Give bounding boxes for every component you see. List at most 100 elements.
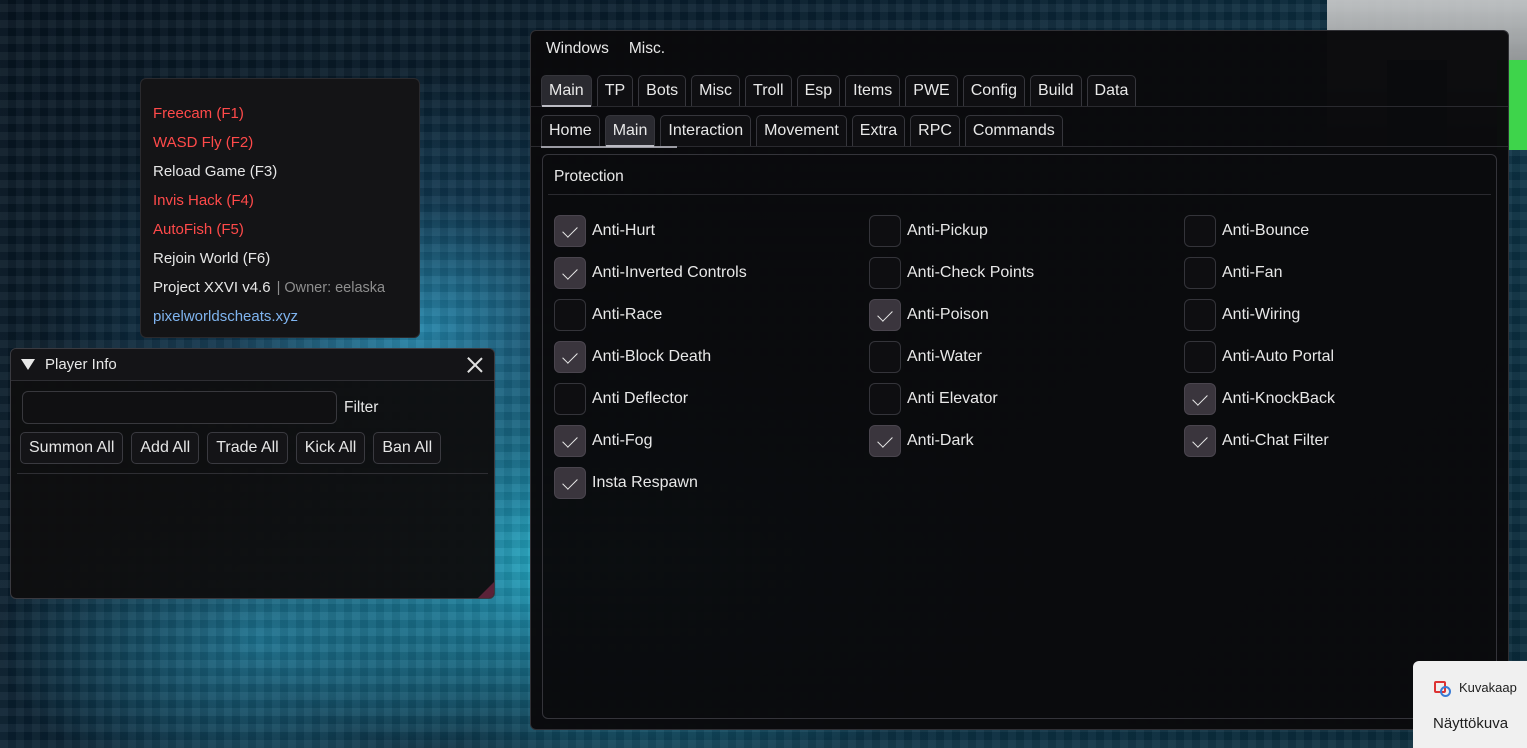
divider bbox=[17, 473, 488, 474]
option-label: Anti-Dark bbox=[907, 432, 974, 449]
menu-windows[interactable]: Windows bbox=[546, 40, 609, 58]
option-row[interactable]: Anti-Inverted Controls bbox=[554, 257, 869, 289]
checkbox[interactable] bbox=[869, 299, 901, 331]
add-all-button[interactable]: Add All bbox=[131, 432, 200, 464]
checkbox[interactable] bbox=[1184, 215, 1216, 247]
checkbox[interactable] bbox=[869, 425, 901, 457]
option-row[interactable]: Anti-Fog bbox=[554, 425, 869, 457]
option-row[interactable]: Anti-Fan bbox=[1184, 257, 1494, 289]
collapse-arrow-icon[interactable] bbox=[21, 359, 35, 370]
option-row[interactable]: Anti-Race bbox=[554, 299, 869, 331]
system-notification[interactable]: Kuvakaap Näyttökuva bbox=[1413, 661, 1527, 748]
tab-data[interactable]: Data bbox=[1086, 75, 1137, 106]
tab-bots[interactable]: Bots bbox=[638, 75, 687, 106]
checkbox[interactable] bbox=[1184, 257, 1216, 289]
subtab-interaction[interactable]: Interaction bbox=[660, 115, 752, 146]
checkbox[interactable] bbox=[554, 467, 586, 499]
notification-app-row: Kuvakaap bbox=[1413, 661, 1527, 697]
resize-handle[interactable] bbox=[478, 582, 494, 598]
subtab-home[interactable]: Home bbox=[541, 115, 600, 146]
summon-all-button[interactable]: Summon All bbox=[20, 432, 124, 464]
tab-misc[interactable]: Misc bbox=[691, 75, 741, 106]
tab-tp[interactable]: TP bbox=[596, 75, 634, 106]
option-row[interactable]: Anti-Hurt bbox=[554, 215, 869, 247]
protection-panel: Protection Anti-Hurt Anti-Pickup Anti-Boun… bbox=[542, 154, 1497, 719]
option-row[interactable]: Anti-Chat Filter bbox=[1184, 425, 1494, 457]
owner-label: | Owner: eelaska bbox=[276, 280, 386, 296]
trade-all-button[interactable]: Trade All bbox=[207, 432, 288, 464]
tab-config[interactable]: Config bbox=[962, 75, 1025, 106]
notification-app-name: Kuvakaap bbox=[1459, 679, 1517, 695]
subtab-extra[interactable]: Extra bbox=[851, 115, 906, 146]
option-label: Anti-Auto Portal bbox=[1222, 348, 1335, 365]
checkbox[interactable] bbox=[554, 257, 586, 289]
checkbox[interactable] bbox=[554, 341, 586, 373]
option-label: Anti-Water bbox=[907, 348, 982, 365]
option-label: Anti-Chat Filter bbox=[1222, 432, 1329, 449]
option-label: Anti-Wiring bbox=[1222, 306, 1301, 323]
hotkey-item: Reload Game (F3) bbox=[153, 163, 278, 180]
checkbox[interactable] bbox=[1184, 383, 1216, 415]
option-row[interactable]: Anti-Bounce bbox=[1184, 215, 1494, 247]
option-label: Anti-Fan bbox=[1222, 264, 1283, 281]
checkbox[interactable] bbox=[1184, 299, 1216, 331]
option-row[interactable]: Anti-Auto Portal bbox=[1184, 341, 1494, 373]
option-label: Anti-Poison bbox=[907, 306, 989, 323]
option-label: Anti-Hurt bbox=[592, 222, 656, 239]
checkbox[interactable] bbox=[1184, 425, 1216, 457]
menu-misc[interactable]: Misc. bbox=[629, 40, 665, 58]
option-label: Anti-Inverted Controls bbox=[592, 264, 747, 281]
option-label: Insta Respawn bbox=[592, 474, 698, 491]
version-line: Project XXVI v4.6 | Owner: eelaska bbox=[153, 278, 419, 307]
version-label: Project XXVI v4.6 bbox=[153, 279, 271, 296]
options-grid: Anti-Hurt Anti-Pickup Anti-Bounce Anti-Inve… bbox=[554, 215, 1494, 509]
option-row[interactable]: Anti-Water bbox=[869, 341, 1184, 373]
checkbox[interactable] bbox=[554, 299, 586, 331]
option-row[interactable]: Anti-Poison bbox=[869, 299, 1184, 331]
subtab-main[interactable]: Main bbox=[604, 115, 656, 147]
option-row[interactable]: Anti-Wiring bbox=[1184, 299, 1494, 331]
option-label: Anti-Pickup bbox=[907, 222, 988, 239]
option-label: Anti-Block Death bbox=[592, 348, 712, 365]
tab-build[interactable]: Build bbox=[1029, 75, 1082, 106]
hotkey-item: Freecam (F1) bbox=[153, 105, 244, 122]
checkbox[interactable] bbox=[1184, 341, 1216, 373]
option-row[interactable]: Insta Respawn bbox=[554, 467, 869, 499]
checkbox[interactable] bbox=[554, 383, 586, 415]
player-action-buttons: Summon All Add All Trade All Kick All Ba… bbox=[11, 424, 494, 464]
option-row[interactable]: Anti-KnockBack bbox=[1184, 383, 1494, 415]
ban-all-button[interactable]: Ban All bbox=[373, 432, 442, 464]
checkbox[interactable] bbox=[869, 215, 901, 247]
checkbox[interactable] bbox=[554, 425, 586, 457]
tab-troll[interactable]: Troll bbox=[745, 75, 792, 106]
hotkey-item: WASD Fly (F2) bbox=[153, 134, 254, 151]
checkbox[interactable] bbox=[554, 215, 586, 247]
tab-esp[interactable]: Esp bbox=[796, 75, 841, 106]
option-label: Anti-Race bbox=[592, 306, 663, 323]
kick-all-button[interactable]: Kick All bbox=[295, 432, 366, 464]
player-info-titlebar[interactable]: Player Info bbox=[11, 349, 494, 381]
option-row[interactable]: Anti Deflector bbox=[554, 383, 869, 415]
filter-input[interactable] bbox=[22, 391, 337, 424]
option-row[interactable]: Anti-Dark bbox=[869, 425, 1184, 457]
tab-pwe[interactable]: PWE bbox=[905, 75, 958, 106]
site-link[interactable]: pixelworldscheats.xyz bbox=[153, 307, 419, 336]
checkbox[interactable] bbox=[869, 383, 901, 415]
close-icon[interactable] bbox=[466, 356, 484, 374]
option-row[interactable]: Anti-Block Death bbox=[554, 341, 869, 373]
option-row[interactable]: Anti-Pickup bbox=[869, 215, 1184, 247]
top-tab-bar: Main TP Bots Misc Troll Esp Items PWE Config Buil… bbox=[531, 65, 1508, 107]
option-row[interactable]: Anti-Check Points bbox=[869, 257, 1184, 289]
tab-items[interactable]: Items bbox=[845, 75, 901, 106]
snipping-tool-icon bbox=[1433, 679, 1451, 697]
filter-label: Filter bbox=[344, 398, 379, 416]
tab-main[interactable]: Main bbox=[541, 75, 592, 107]
checkbox[interactable] bbox=[869, 257, 901, 289]
subtab-commands[interactable]: Commands bbox=[964, 115, 1063, 146]
subtab-movement[interactable]: Movement bbox=[756, 115, 847, 146]
main-window: Windows Misc. Main TP Bots Misc Troll Esp Item… bbox=[530, 30, 1509, 730]
option-label: Anti Deflector bbox=[592, 390, 689, 407]
subtab-rpc[interactable]: RPC bbox=[910, 115, 960, 146]
option-row[interactable]: Anti Elevator bbox=[869, 383, 1184, 415]
checkbox[interactable] bbox=[869, 341, 901, 373]
